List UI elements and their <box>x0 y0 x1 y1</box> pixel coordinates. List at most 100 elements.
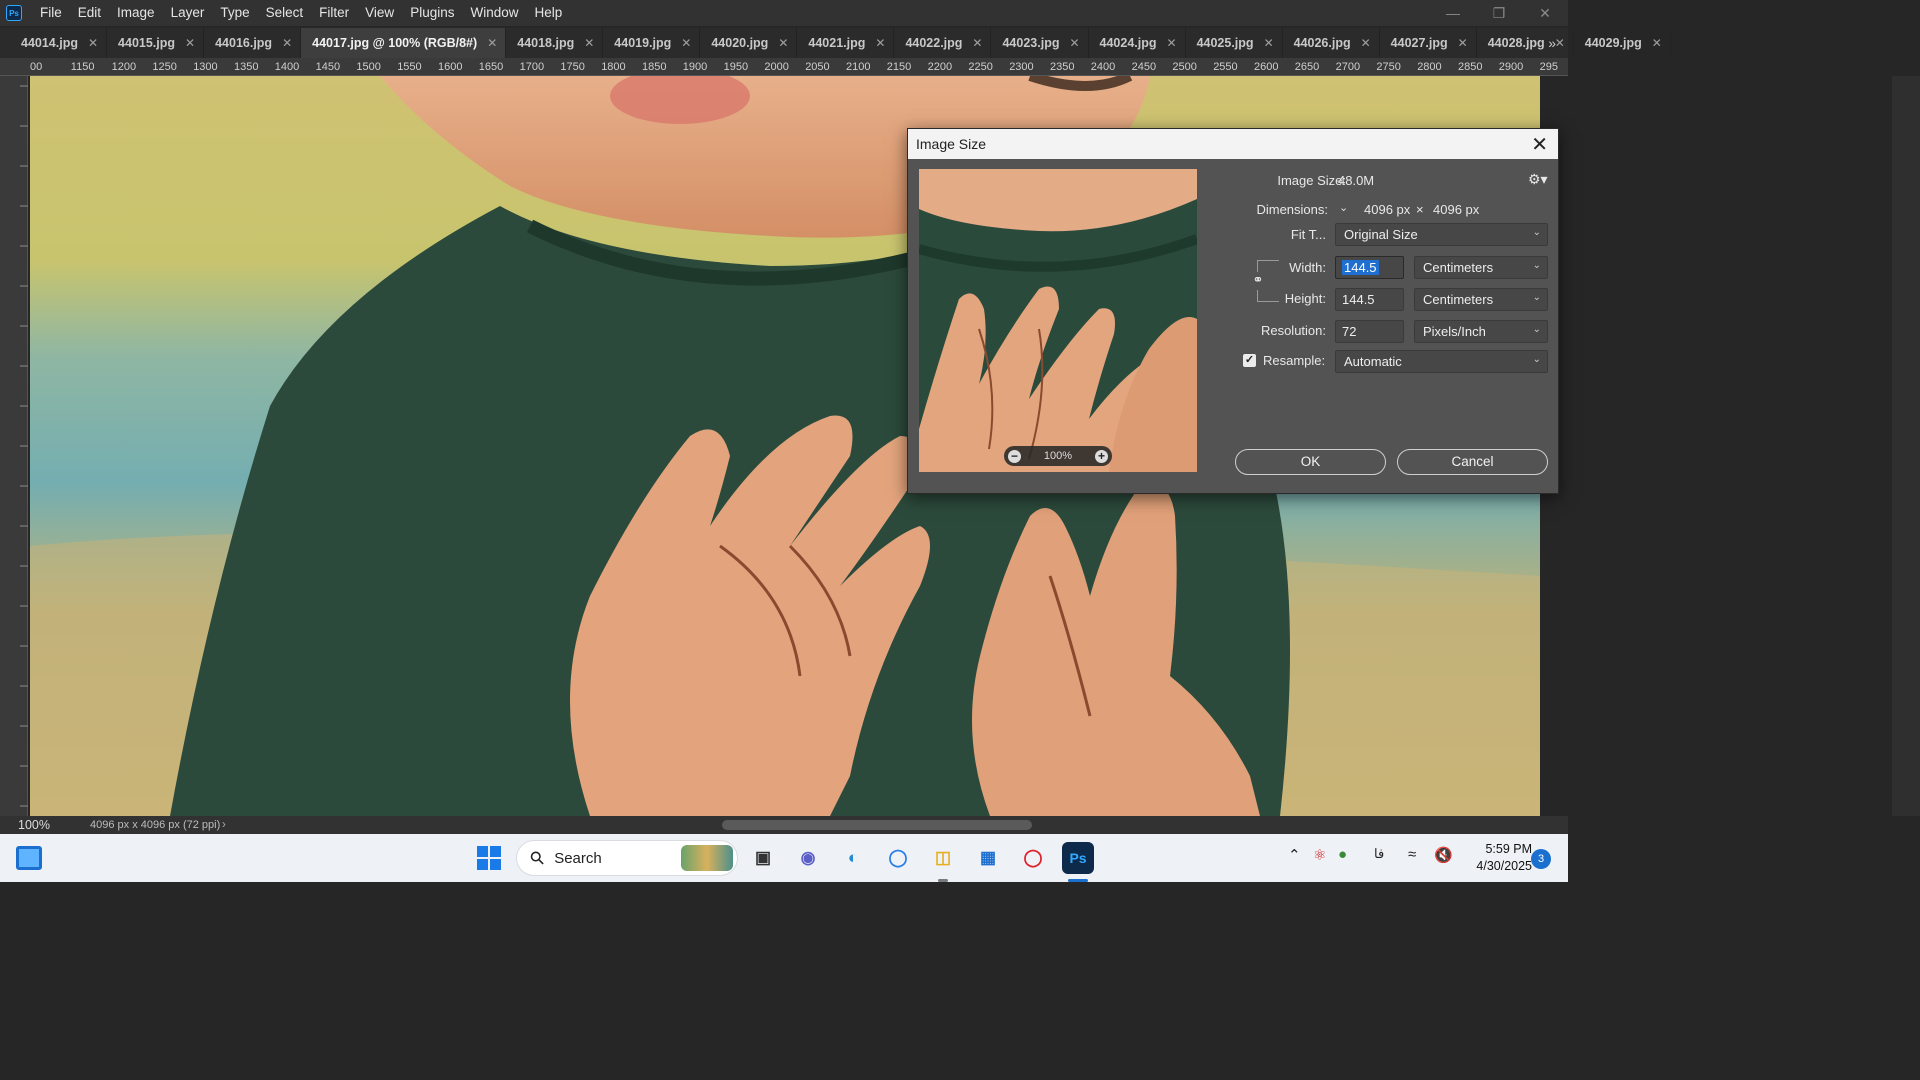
cancel-button[interactable]: Cancel <box>1397 449 1548 475</box>
doc-tab-label[interactable]: 44022.jpg <box>905 36 962 50</box>
menu-image[interactable]: Image <box>109 0 163 26</box>
wifi-icon[interactable]: ≈ <box>1408 846 1416 863</box>
zoom-out-icon[interactable]: − <box>1008 449 1021 463</box>
menu-file[interactable]: File <box>32 0 70 26</box>
resolution-unit-select[interactable]: Pixels/Inch ⌄ <box>1414 320 1548 343</box>
height-unit-select[interactable]: Centimeters ⌄ <box>1414 288 1548 311</box>
minimize-icon[interactable]: — <box>1430 0 1476 26</box>
menu-help[interactable]: Help <box>526 0 570 26</box>
photoshop-icon[interactable]: Ps <box>1062 842 1094 874</box>
menu-layer[interactable]: Layer <box>163 0 213 26</box>
settings-gear-icon[interactable]: ⚙▾ <box>1528 171 1548 188</box>
doc-tab[interactable]: 44023.jpg ✕ <box>991 28 1089 58</box>
file-explorer-icon[interactable]: ◫ <box>927 842 959 874</box>
horizontal-scrollbar[interactable] <box>242 816 1568 834</box>
doc-tab-label[interactable]: 44017.jpg @ 100% (RGB/8#) <box>312 36 477 50</box>
start-icon[interactable] <box>477 846 501 870</box>
widgets-icon[interactable] <box>16 846 42 870</box>
doc-tab-label[interactable]: 44015.jpg <box>118 36 175 50</box>
close-tab-icon[interactable]: ✕ <box>1264 36 1274 50</box>
doc-tab-label[interactable]: 44023.jpg <box>1002 36 1059 50</box>
doc-tab[interactable]: 44021.jpg ✕ <box>797 28 895 58</box>
doc-tab-active[interactable]: 44017.jpg @ 100% (RGB/8#) ✕ <box>301 28 507 58</box>
menu-select[interactable]: Select <box>258 0 312 26</box>
dimensions-units-chevron-icon[interactable]: ⌄ <box>1339 201 1348 214</box>
width-input[interactable]: 144.5 <box>1335 256 1404 279</box>
doc-tab[interactable]: 44025.jpg ✕ <box>1186 28 1283 58</box>
close-tab-icon[interactable]: ✕ <box>875 36 885 50</box>
language-indicator[interactable]: فا <box>1374 846 1384 862</box>
vertical-scrollbar[interactable] <box>1892 76 1920 816</box>
close-tab-icon[interactable]: ✕ <box>778 36 788 50</box>
doc-tab-label[interactable]: 44024.jpg <box>1100 36 1157 50</box>
height-value[interactable]: 144.5 <box>1342 292 1375 307</box>
close-tab-icon[interactable]: ✕ <box>584 36 594 50</box>
menu-view[interactable]: View <box>357 0 402 26</box>
close-tab-icon[interactable]: ✕ <box>972 36 982 50</box>
doc-tab-label[interactable]: 44014.jpg <box>21 36 78 50</box>
vpn-icon[interactable]: ⚛ <box>1313 846 1326 864</box>
zoom-in-icon[interactable]: + <box>1094 449 1108 463</box>
horizontal-ruler[interactable]: 00 1150 1200 1250 1300 1350 1400 1450 1500 1550 16… <box>0 58 1568 76</box>
lens-icon[interactable]: ◯ <box>882 842 914 874</box>
close-tab-icon[interactable]: ✕ <box>185 36 195 50</box>
doc-tab[interactable]: 44024.jpg ✕ <box>1089 28 1186 58</box>
close-tab-icon[interactable]: ✕ <box>88 36 98 50</box>
volume-muted-icon[interactable]: 🔇 <box>1434 846 1453 864</box>
doc-tab-label[interactable]: 44025.jpg <box>1197 36 1254 50</box>
task-view-icon[interactable]: ▣ <box>747 842 779 874</box>
tabs-overflow-icon[interactable]: » <box>1548 28 1556 58</box>
resolution-input[interactable]: 72 <box>1335 320 1404 343</box>
doc-tab-label[interactable]: 44027.jpg <box>1391 36 1448 50</box>
close-tab-icon[interactable]: ✕ <box>1361 36 1371 50</box>
doc-tab-label[interactable]: 44016.jpg <box>215 36 272 50</box>
close-window-icon[interactable]: ✕ <box>1522 0 1568 26</box>
width-value[interactable]: 144.5 <box>1342 260 1379 275</box>
doc-tab[interactable]: 44026.jpg ✕ <box>1283 28 1380 58</box>
meet-icon[interactable]: ◉ <box>792 842 824 874</box>
menu-filter[interactable]: Filter <box>311 0 357 26</box>
fit-to-select[interactable]: Original Size ⌄ <box>1335 223 1548 246</box>
doc-tab[interactable]: 44020.jpg ✕ <box>700 28 798 58</box>
image-preview[interactable]: − 100% + <box>919 169 1197 472</box>
restore-icon[interactable]: ❐ <box>1476 0 1522 26</box>
close-tab-icon[interactable]: ✕ <box>1069 36 1079 50</box>
tray-app-icon[interactable]: ● <box>1338 846 1347 863</box>
doc-tab[interactable]: 44018.jpg ✕ <box>506 28 604 58</box>
close-tab-icon[interactable]: ✕ <box>487 36 497 50</box>
zoom-level[interactable]: 100% <box>0 818 62 832</box>
doc-tab-label[interactable]: 44028.jpg <box>1488 36 1545 50</box>
resample-checkbox[interactable]: ✓ <box>1243 354 1256 367</box>
close-tab-icon[interactable]: ✕ <box>1458 36 1468 50</box>
close-tab-icon[interactable]: ✕ <box>1555 36 1565 50</box>
resample-select[interactable]: Automatic ⌄ <box>1335 350 1548 373</box>
doc-tab[interactable]: 44027.jpg ✕ <box>1380 28 1477 58</box>
resolution-value[interactable]: 72 <box>1342 324 1356 339</box>
status-menu-arrow-icon[interactable]: › <box>222 819 242 831</box>
close-tab-icon[interactable]: ✕ <box>282 36 292 50</box>
photoshop-logo-icon[interactable]: Ps <box>6 5 22 21</box>
doc-tab[interactable]: 44016.jpg ✕ <box>204 28 302 58</box>
close-tab-icon[interactable]: ✕ <box>681 36 691 50</box>
doc-tab-label[interactable]: 44018.jpg <box>517 36 574 50</box>
notification-badge[interactable]: 3 <box>1531 849 1551 869</box>
edge-icon[interactable]: ◐ <box>837 842 869 874</box>
close-icon[interactable]: ✕ <box>1531 132 1548 157</box>
menu-type[interactable]: Type <box>212 0 257 26</box>
doc-tab[interactable]: 44028.jpg ✕ <box>1477 28 1574 58</box>
vertical-ruler[interactable] <box>0 76 28 816</box>
close-tab-icon[interactable]: ✕ <box>1652 36 1662 50</box>
taskbar-search[interactable]: ⚲ Search <box>516 840 738 876</box>
doc-tab-label[interactable]: 44026.jpg <box>1294 36 1351 50</box>
doc-tab-label[interactable]: 44021.jpg <box>808 36 865 50</box>
menu-edit[interactable]: Edit <box>70 0 109 26</box>
horizontal-scroll-thumb[interactable] <box>722 820 1032 830</box>
clock[interactable]: 5:59 PM 4/30/2025 <box>1460 841 1532 875</box>
height-input[interactable]: 144.5 <box>1335 288 1404 311</box>
doc-tab[interactable]: 44022.jpg ✕ <box>894 28 992 58</box>
opera-icon[interactable]: ◯ <box>1017 842 1049 874</box>
width-unit-select[interactable]: Centimeters ⌄ <box>1414 256 1548 279</box>
ok-button[interactable]: OK <box>1235 449 1386 475</box>
doc-tab[interactable]: 44014.jpg ✕ <box>10 28 108 58</box>
doc-tab-label[interactable]: 44020.jpg <box>711 36 768 50</box>
